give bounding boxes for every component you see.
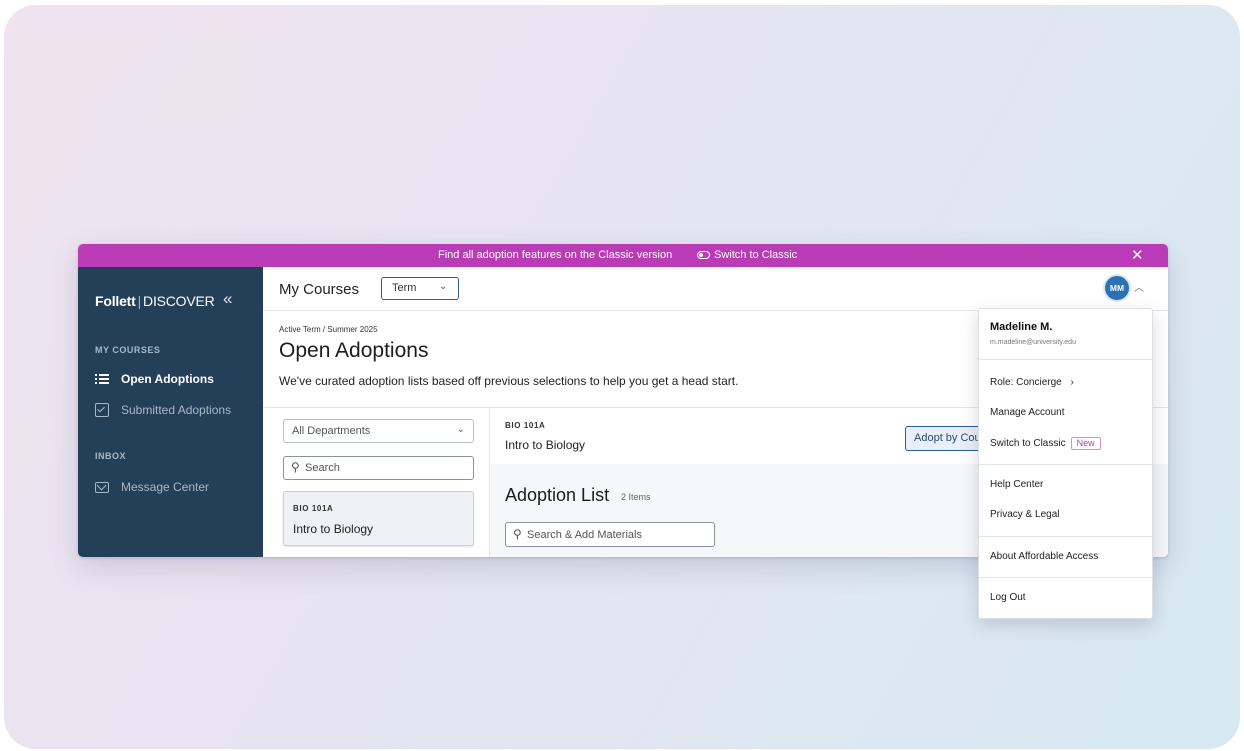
menu-item-affordable-access[interactable]: About Affordable Access [990,551,1098,562]
checkbox-icon [95,403,109,417]
toggle-icon[interactable] [697,251,710,259]
sidebar-item-label: Open Adoptions [121,372,214,386]
page-title: Open Adoptions [279,339,429,362]
chevron-down-icon: ⌄ [456,424,465,435]
course-card[interactable]: BIO 101A Intro to Biology [283,491,474,546]
menu-item-role[interactable]: Role: Concierge › [990,377,1074,388]
course-code: BIO 101A [293,504,334,513]
switch-classic-label: Switch to Classic [990,438,1066,449]
user-name: Madeline M. [990,321,1053,333]
adoption-list-title: Adoption List [505,485,610,505]
sidebar-item-message-center[interactable]: Message Center [95,480,209,494]
detail-course-name: Intro to Biology [505,438,586,452]
menu-divider [979,359,1152,360]
menu-divider [979,536,1152,537]
materials-search-input[interactable]: ⚲ Search & Add Materials [505,522,715,547]
chevron-up-icon[interactable]: ︿ [1134,279,1144,294]
search-icon: ⚲ [513,527,522,541]
search-placeholder: Search [305,462,340,474]
menu-divider [979,577,1152,578]
chevron-down-icon: ⌄ [439,281,448,292]
avatar[interactable]: MM [1105,276,1129,300]
section-label-my-courses: MY COURSES [95,345,161,355]
header-title: My Courses [279,281,360,298]
logo-brand: Follett [95,293,136,309]
menu-item-privacy-legal[interactable]: Privacy & Legal [990,509,1059,520]
course-search-input[interactable]: ⚲ Search [283,456,474,480]
detail-course-code: BIO 101A [505,421,546,430]
sidebar: Follett | DISCOVER « MY COURSES Open Adopt… [78,267,263,557]
logo: Follett | DISCOVER [95,293,215,309]
term-select-value: Term [392,282,417,294]
term-select[interactable]: Term ⌄ [381,277,459,300]
role-label: Role: Concierge [990,377,1062,388]
menu-item-manage-account[interactable]: Manage Account [990,407,1065,418]
chevron-right-icon: › [1070,377,1074,388]
course-name: Intro to Biology [293,522,374,536]
section-label-inbox: INBOX [95,451,127,461]
page-subtitle: We've curated adoption lists based off p… [279,374,739,388]
adoption-count: 2 Items [621,492,651,502]
user-email: m.madeline@university.edu [990,339,1076,346]
sidebar-item-open-adoptions[interactable]: Open Adoptions [95,372,214,386]
sidebar-item-label: Message Center [121,480,210,494]
logo-separator: | [137,293,142,309]
switch-to-classic-link[interactable]: Switch to Classic [714,249,797,261]
logo-product: DISCOVER [143,293,215,309]
breadcrumb: Active Term / Summer 2025 [279,325,378,334]
close-icon[interactable]: ✕ [1131,246,1144,264]
list-icon [95,372,109,386]
search-icon: ⚲ [291,460,300,474]
department-select[interactable]: All Departments ⌄ [283,419,474,443]
top-header: My Courses Term ⌄ MM ︿ [263,267,1168,311]
sidebar-item-label: Submitted Adoptions [121,403,232,417]
classic-banner: Find all adoption features on the Classi… [78,244,1168,267]
department-select-value: All Departments [292,425,371,437]
menu-item-switch-to-classic[interactable]: Switch to Classic New [990,437,1101,450]
banner-message: Find all adoption features on the Classi… [438,249,673,261]
menu-divider [979,464,1152,465]
user-menu-dropdown: Madeline M. m.madeline@university.edu Ro… [978,308,1153,619]
menu-item-log-out[interactable]: Log Out [990,592,1026,603]
materials-search-placeholder: Search & Add Materials [527,529,642,541]
menu-item-help-center[interactable]: Help Center [990,479,1043,490]
mail-icon [95,481,109,493]
sidebar-item-submitted-adoptions[interactable]: Submitted Adoptions [95,403,231,417]
collapse-sidebar-icon[interactable]: « [223,289,232,309]
new-badge: New [1070,437,1101,450]
